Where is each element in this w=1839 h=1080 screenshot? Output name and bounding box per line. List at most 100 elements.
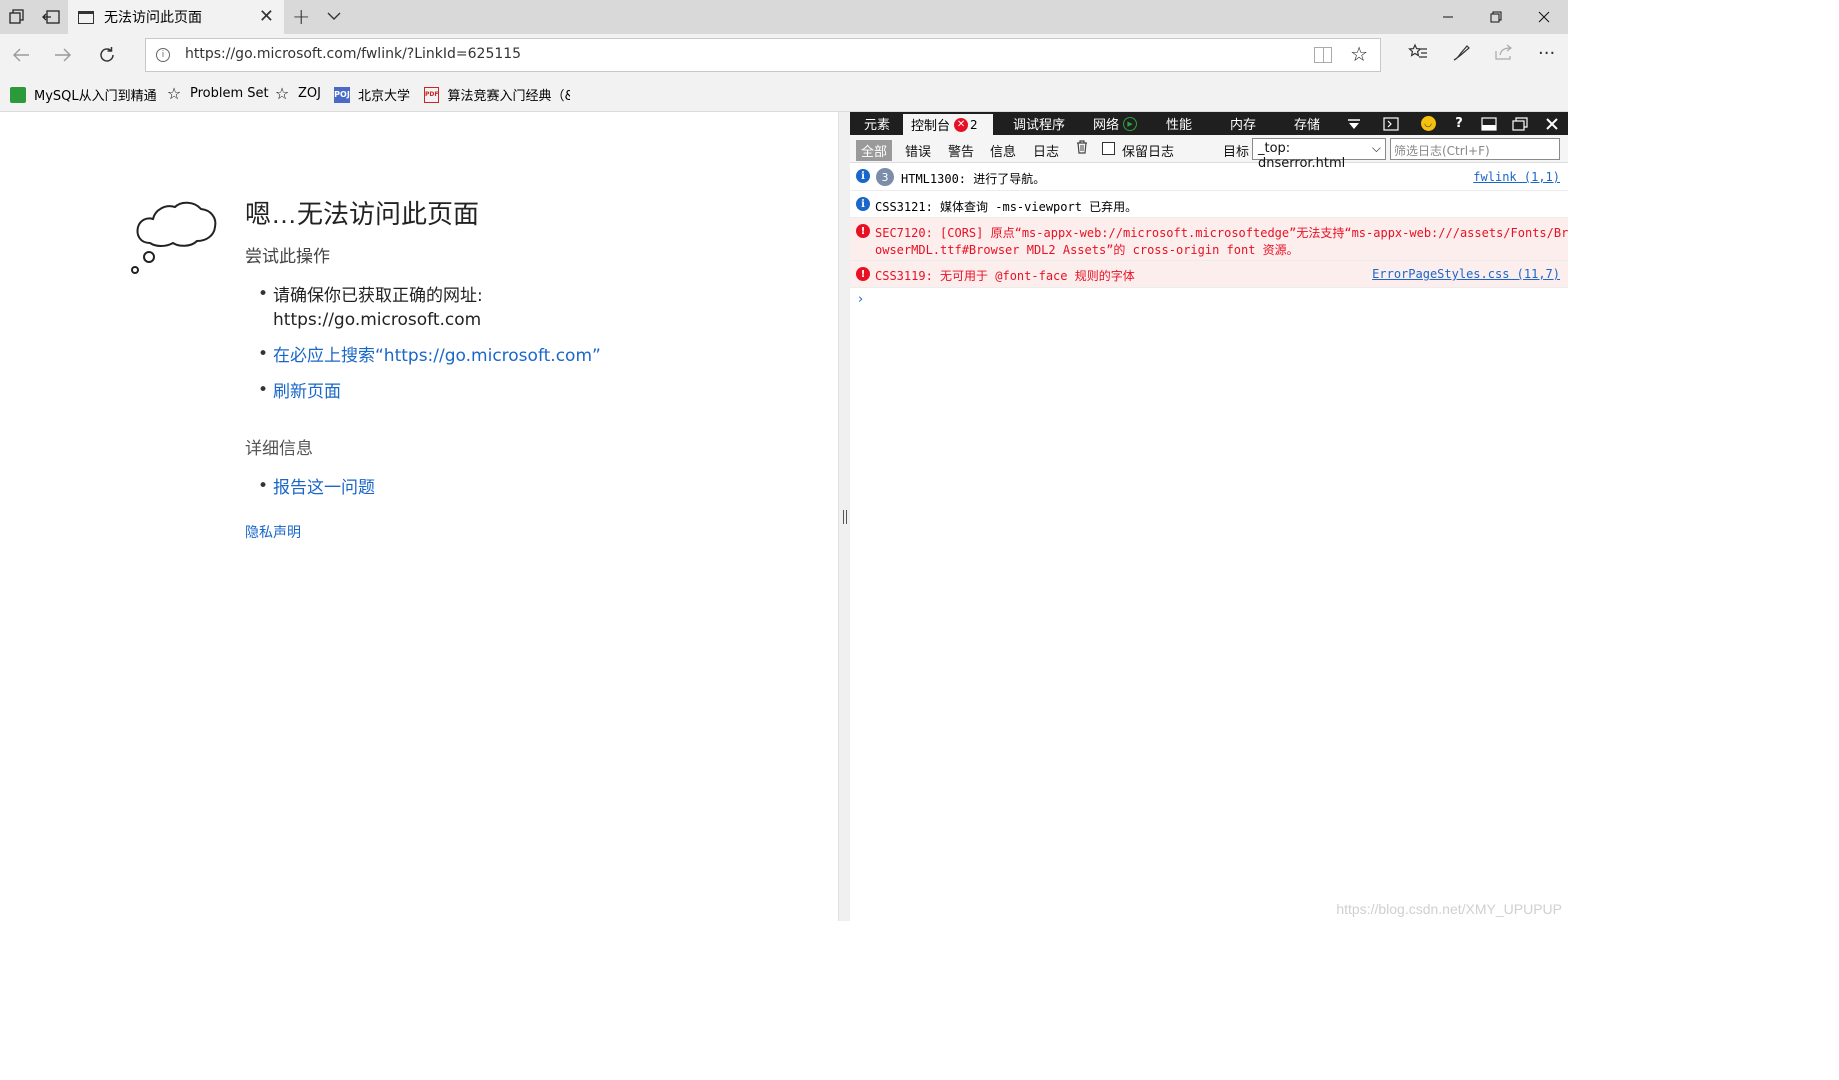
list-item: • 报告这一问题 xyxy=(258,476,375,500)
favorite-label: MySQL从入门到精通 xyxy=(34,89,157,104)
filter-all-button[interactable]: 全部 xyxy=(856,140,893,161)
message-text: CSS3121: 媒体查询 -ms-viewport 已弃用。 xyxy=(875,200,1138,214)
error-x-icon: ✕ xyxy=(954,117,969,132)
navigation-bar: i https://go.microsoft.com/fwlink/?LinkI… xyxy=(0,34,1568,76)
tab-title: 无法访问此页面 xyxy=(104,10,202,26)
tab-preview-chevron-icon[interactable] xyxy=(326,8,342,24)
close-devtools-icon[interactable] xyxy=(1540,112,1564,135)
favorite-label: ZOJ xyxy=(298,85,321,101)
clear-console-trash-icon[interactable] xyxy=(1076,140,1088,158)
splitter-grip-icon[interactable] xyxy=(843,510,847,524)
forward-button[interactable] xyxy=(52,44,74,66)
pdf-icon: PDF xyxy=(424,86,440,103)
green-book-icon xyxy=(10,86,26,103)
try-this-label: 尝试此操作 xyxy=(245,247,330,267)
more-options-icon[interactable]: ··· xyxy=(1538,43,1555,64)
tab-bar: 无法访问此页面 ✕ + xyxy=(0,0,1568,34)
source-link[interactable]: ErrorPageStyles.css (11,7) xyxy=(1372,267,1560,281)
help-icon[interactable]: ? xyxy=(1447,112,1471,135)
tab-performance[interactable]: 性能 xyxy=(1158,112,1200,135)
thought-cloud-icon xyxy=(131,201,217,274)
console-input-row[interactable]: › xyxy=(850,288,1568,314)
filter-logs-button[interactable]: 日志 xyxy=(1028,140,1064,161)
web-note-pen-icon[interactable] xyxy=(1451,43,1471,68)
tab-network-label: 网络 xyxy=(1093,118,1120,133)
error-icon: ! xyxy=(856,224,870,238)
filter-placeholder: 筛选日志(Ctrl+F) xyxy=(1394,144,1490,158)
restore-button[interactable] xyxy=(1472,0,1520,34)
star-icon: ☆ xyxy=(166,83,182,103)
active-tab[interactable]: 无法访问此页面 ✕ xyxy=(68,0,284,34)
more-tabs-dropdown-icon[interactable] xyxy=(1342,112,1366,135)
share-icon[interactable] xyxy=(1494,43,1514,66)
source-link[interactable]: fwlink (1,1) xyxy=(1473,170,1560,184)
feedback-smiley-icon[interactable]: ◡ xyxy=(1416,112,1440,135)
target-label: 目标 xyxy=(1223,145,1250,160)
url-text[interactable]: https://go.microsoft.com/fwlink/?LinkId=… xyxy=(185,46,521,62)
error-page: 嗯…无法访问此页面 尝试此操作 • 请确保你已获取正确的网址: https://… xyxy=(0,112,838,921)
favorite-item-problem-set[interactable]: ☆ Problem Set xyxy=(166,83,269,103)
refresh-page-link[interactable]: 刷新页面 xyxy=(273,380,341,404)
devtools-splitter[interactable] xyxy=(838,112,850,921)
set-tabs-aside-icon[interactable] xyxy=(42,8,60,26)
ensure-url-value: https://go.microsoft.com xyxy=(273,310,482,330)
details-label: 详细信息 xyxy=(245,439,313,459)
keep-log-checkbox[interactable] xyxy=(1102,142,1115,155)
favorite-item-pku[interactable]: POJ 北京大学 xyxy=(334,85,410,104)
favorite-item-algorithm-book[interactable]: PDF 算法竞赛入门经典（& xyxy=(424,85,570,104)
console-error-count: 2 xyxy=(970,117,978,132)
target-select[interactable]: _top: dnserror.html ⌵ xyxy=(1252,138,1386,171)
record-play-icon[interactable]: ▶ xyxy=(1123,116,1138,131)
page-title: 嗯…无法访问此页面 xyxy=(245,199,480,229)
dock-bottom-icon[interactable] xyxy=(1477,112,1501,135)
back-button[interactable] xyxy=(10,44,32,66)
window-controls xyxy=(1424,0,1568,34)
undock-icon[interactable] xyxy=(1508,112,1532,135)
favorite-item-mysql[interactable]: MySQL从入门到精通 xyxy=(10,85,157,104)
filter-info-button[interactable]: 信息 xyxy=(985,140,1021,161)
filter-errors-button[interactable]: 错误 xyxy=(900,140,936,161)
filter-log-input[interactable]: 筛选日志(Ctrl+F) xyxy=(1390,138,1560,160)
watermark: https://blog.csdn.net/XMY_UPUPUP xyxy=(1336,901,1562,917)
reading-view-icon[interactable] xyxy=(1314,47,1332,63)
ensure-url-text: 请确保你已获取正确的网址: xyxy=(273,286,483,306)
message-text-line2: owserMDL.ttf#Browser MDL2 Assets”的 cross… xyxy=(875,243,1299,257)
add-favorite-star-icon[interactable]: ☆ xyxy=(1350,42,1368,66)
console-prompt-chevron-icon: › xyxy=(858,292,864,307)
list-item: • 刷新页面 xyxy=(258,380,341,404)
console-message: i 3 HTML1300: 进行了导航。 fwlink (1,1) xyxy=(850,163,1568,191)
tab-network[interactable]: 网络 ▶ xyxy=(1085,112,1145,135)
tab-console[interactable]: 控制台 ✕ 2 xyxy=(903,112,993,135)
devtools-tab-bar: 元素 控制台 ✕ 2 调试程序 网络 ▶ 性能 内存 存储 ◡ ? xyxy=(850,112,1568,135)
address-bar[interactable]: i https://go.microsoft.com/fwlink/?LinkI… xyxy=(145,38,1381,72)
tab-sets-icon[interactable] xyxy=(8,8,26,26)
console-message: i CSS3121: 媒体查询 -ms-viewport 已弃用。 xyxy=(850,191,1568,218)
privacy-statement-link[interactable]: 隐私声明 xyxy=(245,522,301,542)
favorites-hub-icon[interactable] xyxy=(1408,43,1428,66)
repeat-count-badge: 3 xyxy=(876,168,894,186)
tab-debugger[interactable]: 调试程序 xyxy=(1005,112,1073,135)
tab-elements[interactable]: 元素 xyxy=(856,112,898,135)
tab-storage[interactable]: 存储 xyxy=(1286,112,1328,135)
tab-memory[interactable]: 内存 xyxy=(1222,112,1264,135)
list-item: • 请确保你已获取正确的网址: https://go.microsoft.com xyxy=(258,284,483,330)
minimize-button[interactable] xyxy=(1424,0,1472,34)
error-icon: ! xyxy=(856,267,870,281)
close-tab-icon[interactable]: ✕ xyxy=(259,8,274,26)
page-icon xyxy=(78,10,94,24)
filter-warnings-button[interactable]: 警告 xyxy=(943,140,979,161)
refresh-button[interactable] xyxy=(96,44,118,66)
bing-search-link[interactable]: 在必应上搜索“https://go.microsoft.com” xyxy=(273,344,601,368)
message-text: HTML1300: 进行了导航。 xyxy=(901,172,1046,186)
message-text: CSS3119: 无可用于 @font-face 规则的字体 xyxy=(875,269,1135,283)
close-window-button[interactable] xyxy=(1520,0,1568,34)
list-item: • 在必应上搜索“https://go.microsoft.com” xyxy=(258,344,601,368)
console-error-message: ! CSS3119: 无可用于 @font-face 规则的字体 ErrorPa… xyxy=(850,261,1568,288)
poj-icon: POJ xyxy=(334,86,350,103)
favorites-bar: MySQL从入门到精通 ☆ Problem Set ☆ ZOJ POJ 北京大学… xyxy=(0,76,1568,112)
favorite-item-zoj[interactable]: ☆ ZOJ xyxy=(274,84,321,103)
report-issue-link[interactable]: 报告这一问题 xyxy=(273,476,375,500)
site-info-icon[interactable]: i xyxy=(156,48,170,62)
new-tab-button[interactable]: + xyxy=(292,5,310,30)
console-toggle-icon[interactable] xyxy=(1379,112,1403,135)
